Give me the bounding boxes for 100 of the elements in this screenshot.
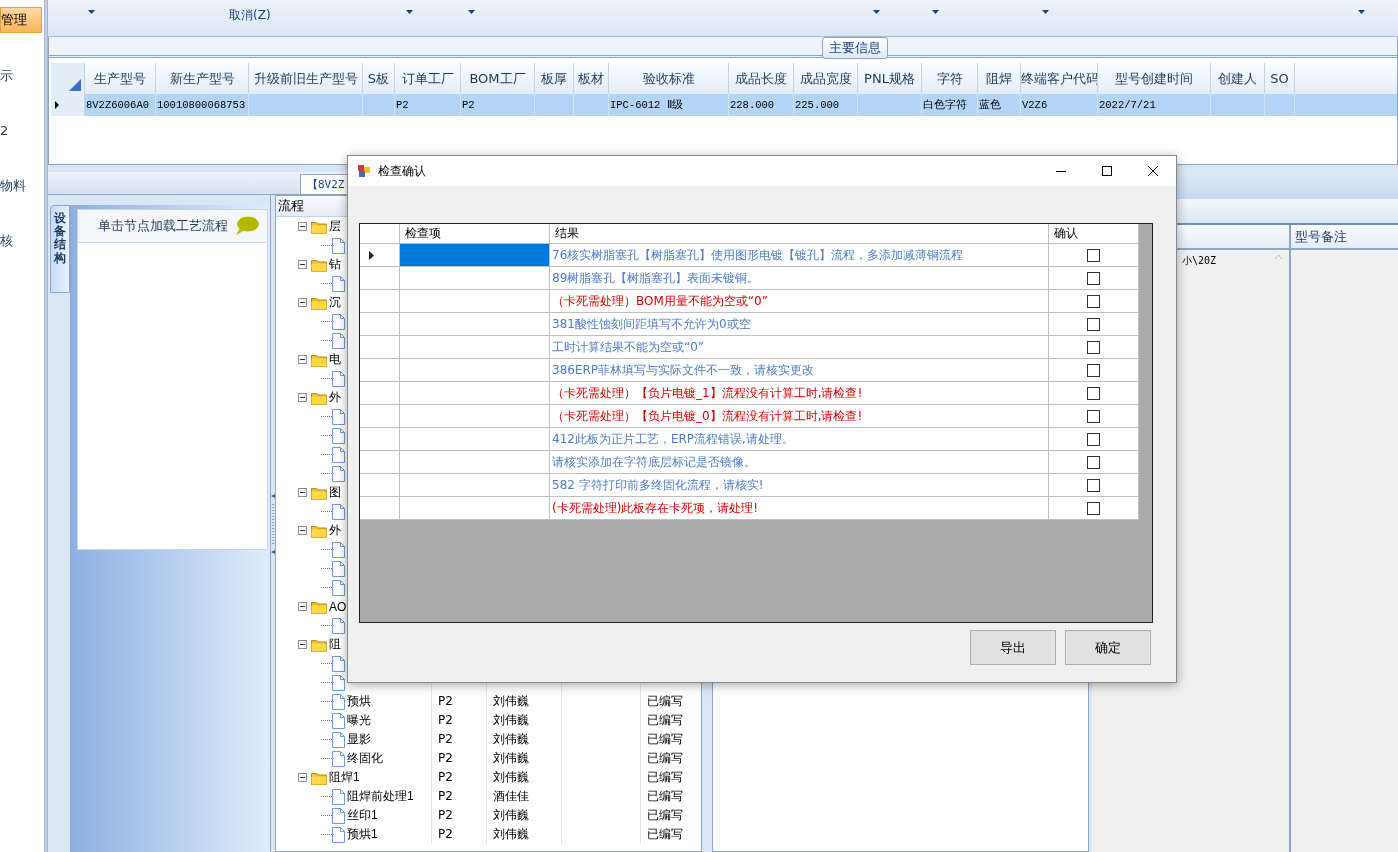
panel-hint: 单击节点加载工艺流程: [98, 217, 228, 235]
splitter-handle-icon[interactable]: [271, 493, 275, 554]
checkbox[interactable]: [1087, 409, 1100, 423]
column-header[interactable]: 创建人: [1211, 63, 1265, 94]
cancel-button[interactable]: 取消(Z): [229, 8, 271, 22]
column-header[interactable]: 订单工厂: [395, 63, 461, 94]
nav-item[interactable]: 示: [0, 64, 44, 88]
collapse-icon[interactable]: [298, 260, 307, 269]
checkbox[interactable]: [1087, 271, 1100, 285]
table-cell: P2: [438, 751, 453, 765]
column-header[interactable]: 板厚: [535, 63, 574, 94]
folder-icon: [311, 295, 327, 310]
nav-item[interactable]: 管理: [0, 7, 42, 33]
table-cell: P2: [438, 808, 453, 822]
column-header[interactable]: 阻焊: [978, 63, 1021, 94]
collapse-icon[interactable]: [298, 488, 307, 497]
column-header[interactable]: 板材: [574, 63, 609, 94]
tree-node[interactable]: 终固化: [347, 750, 383, 767]
collapse-icon[interactable]: [298, 526, 307, 535]
tree-line: [321, 739, 332, 740]
result-text: 请核实添加在字符底层标记是否镜像。: [552, 455, 756, 469]
checkbox[interactable]: [1087, 501, 1100, 515]
table-cell: 刘伟巍: [493, 694, 529, 708]
tree-node[interactable]: 阻焊1: [329, 769, 360, 786]
column-header[interactable]: 成品长度: [729, 63, 794, 94]
tree-node[interactable]: 外: [329, 522, 341, 539]
tree-node[interactable]: 电: [329, 351, 341, 368]
document-icon: [332, 408, 345, 425]
tree-node[interactable]: 曝光: [347, 712, 371, 729]
column-header[interactable]: BOM工厂: [461, 63, 535, 94]
column-header[interactable]: 字符: [922, 63, 978, 94]
folder-icon: [311, 352, 327, 367]
checkbox[interactable]: [1087, 340, 1100, 354]
table-cell: 刘伟巍: [493, 732, 529, 746]
table-cell: V2Z6: [1022, 99, 1048, 111]
column-header[interactable]: 型号备注: [1289, 225, 1398, 250]
tree-line: [321, 549, 332, 550]
dropdown-caret-icon[interactable]: [88, 10, 95, 14]
folder-icon: [311, 637, 327, 652]
dialog-button[interactable]: 确定: [1065, 630, 1151, 665]
tree-node[interactable]: 图: [329, 484, 341, 501]
nav-item[interactable]: 物料: [0, 174, 44, 198]
tree-node[interactable]: 层: [329, 218, 341, 235]
checkbox[interactable]: [1087, 363, 1100, 377]
dropdown-caret-icon[interactable]: [1042, 10, 1049, 14]
table-cell[interactable]: [400, 497, 550, 520]
column-header[interactable]: 型号创建时间: [1098, 63, 1211, 94]
dropdown-caret-icon[interactable]: [1358, 10, 1365, 14]
tree-node[interactable]: 沉: [329, 294, 341, 311]
collapse-icon[interactable]: [298, 355, 307, 364]
collapse-icon[interactable]: [298, 773, 307, 782]
table-cell: 10010800068753: [157, 99, 246, 111]
vertical-tab[interactable]: 设备结构: [50, 205, 70, 293]
checkbox[interactable]: [1087, 294, 1100, 308]
folder-icon: [311, 599, 327, 614]
dialog-button[interactable]: 导出: [970, 630, 1056, 665]
collapse-icon[interactable]: [298, 640, 307, 649]
table-row[interactable]: 8V2Z6006A0 10010800068753 P2 P2 IPC-6012 Ⅱ级 228.000 225.000 白色字符 蓝色 V2Z6 2022/7/21: [51, 94, 1397, 116]
nav-item[interactable]: 2: [0, 119, 44, 143]
column-header[interactable]: 验收标准: [609, 63, 729, 94]
current-row-icon: [55, 101, 59, 109]
document-icon: [332, 465, 345, 482]
collapse-icon[interactable]: [298, 298, 307, 307]
column-header[interactable]: PNL规格: [858, 63, 922, 94]
dropdown-caret-icon[interactable]: [406, 10, 413, 14]
dropdown-caret-icon[interactable]: [468, 10, 475, 14]
collapse-icon[interactable]: [298, 602, 307, 611]
table-cell[interactable]: [400, 244, 550, 267]
checkbox[interactable]: [1087, 386, 1100, 400]
checkbox[interactable]: [1087, 317, 1100, 331]
document-icon: [332, 560, 345, 577]
tree-node[interactable]: 丝印1: [347, 807, 378, 824]
checkbox[interactable]: [1087, 248, 1100, 262]
column-header[interactable]: 新生产型号: [156, 63, 249, 94]
column-header[interactable]: SO: [1265, 63, 1295, 94]
tree-node[interactable]: 预烘: [347, 693, 371, 710]
checkbox[interactable]: [1087, 432, 1100, 446]
checkbox[interactable]: [1087, 455, 1100, 469]
folder-icon: [311, 485, 327, 500]
tree-node[interactable]: 阻: [329, 636, 341, 653]
maximize-icon: [1102, 166, 1112, 176]
column-header[interactable]: 生产型号: [85, 63, 156, 94]
dropdown-caret-icon[interactable]: [932, 10, 939, 14]
column-header[interactable]: 成品宽度: [794, 63, 858, 94]
dropdown-caret-icon[interactable]: [873, 10, 880, 14]
tree-node[interactable]: 阻焊前处理1: [347, 788, 414, 805]
tree-node[interactable]: 外: [329, 389, 341, 406]
table-cell: 蓝色: [979, 99, 1001, 111]
collapse-icon[interactable]: [298, 393, 307, 402]
tree-node[interactable]: AO: [329, 599, 347, 614]
table-cell: 225.000: [795, 99, 840, 111]
column-header[interactable]: S板: [363, 63, 395, 94]
checkbox[interactable]: [1087, 478, 1100, 492]
nav-item[interactable]: 核: [0, 229, 44, 253]
tree-node[interactable]: 显影: [347, 731, 371, 748]
tree-node[interactable]: 钻: [329, 256, 341, 273]
tree-node[interactable]: 预烘1: [347, 826, 378, 843]
collapse-icon[interactable]: [298, 222, 307, 231]
column-header[interactable]: 升级前旧生产型号: [249, 63, 363, 94]
document-icon: [332, 693, 345, 710]
